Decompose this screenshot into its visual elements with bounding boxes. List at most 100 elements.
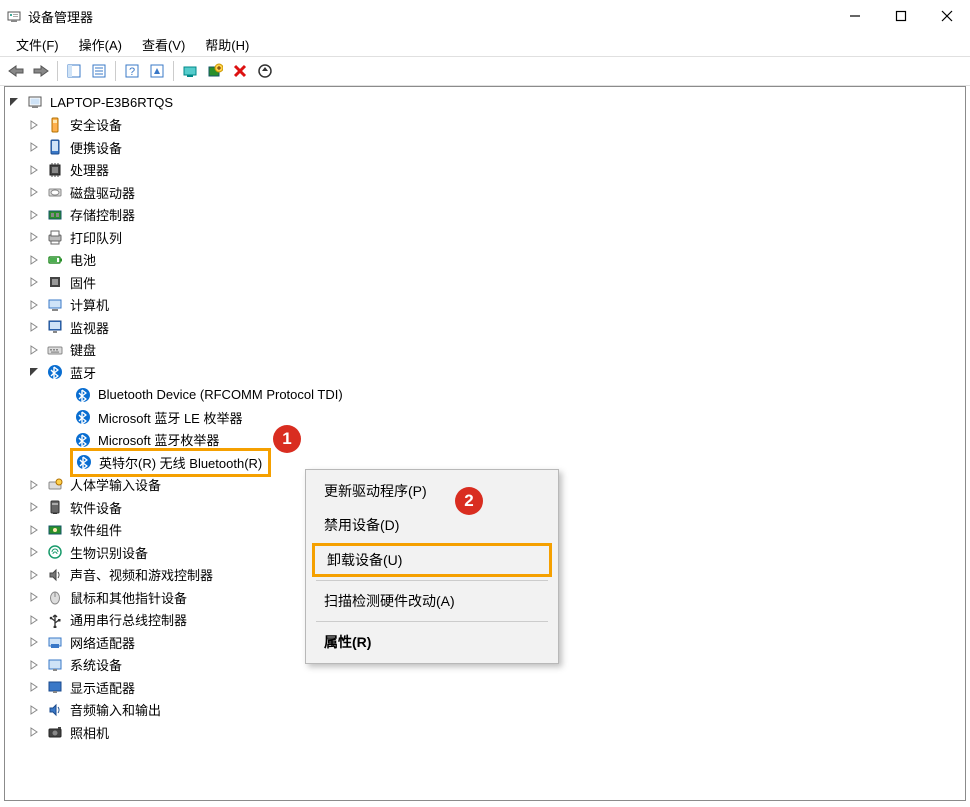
print-queue-icon [47,229,63,245]
expand-icon[interactable] [29,637,45,647]
maximize-button[interactable] [878,0,924,32]
system-device-icon [47,657,63,673]
ctx-properties[interactable]: 属性(R) [308,625,556,659]
expand-icon[interactable] [29,570,45,580]
uninstall-button[interactable] [228,59,252,83]
bluetooth-icon [75,387,91,403]
firmware-icon [47,274,63,290]
close-button[interactable] [924,0,970,32]
selection-highlight: 英特尔(R) 无线 Bluetooth(R) [70,448,271,477]
storage-ctrl-icon [47,207,63,223]
expand-icon[interactable] [29,165,45,175]
tree-category[interactable]: 固件 [5,271,965,294]
ctx-update-driver[interactable]: 更新驱动程序(P) [308,474,556,508]
tree-category[interactable]: 打印队列 [5,226,965,249]
camera-icon [47,724,63,740]
ctx-sep [316,580,548,581]
node-label: 系统设备 [67,654,125,675]
menu-file[interactable]: 文件(F) [6,33,69,56]
expand-icon[interactable] [29,727,45,737]
tree-device[interactable]: Bluetooth Device (RFCOMM Protocol TDI) [5,384,965,407]
hid-icon [47,477,63,493]
expand-icon[interactable] [29,682,45,692]
expand-icon[interactable] [29,300,45,310]
tree-category[interactable]: 存储控制器 [5,204,965,227]
expand-icon[interactable] [29,502,45,512]
ctx-scan-hardware[interactable]: 扫描检测硬件改动(A) [308,584,556,618]
tree-category[interactable]: 便携设备 [5,136,965,159]
expand-icon[interactable] [29,277,45,287]
expand-icon[interactable] [29,322,45,332]
node-label: Microsoft 蓝牙 LE 枚举器 [95,407,245,428]
help-button[interactable]: ? [120,59,144,83]
node-label: 软件组件 [67,519,125,540]
mouse-icon [47,589,63,605]
expand-icon[interactable] [29,615,45,625]
keyboard-icon [47,342,63,358]
scan-hardware-button[interactable] [178,59,202,83]
device-tree[interactable]: LAPTOP-E3B6RTQS 安全设备便携设备处理器磁盘驱动器存储控制器打印队列… [4,86,966,801]
node-label: 便携设备 [67,137,125,158]
expand-icon[interactable] [29,187,45,197]
tree-device[interactable]: Microsoft 蓝牙 LE 枚举器 [5,406,965,429]
node-label: 音频输入和输出 [67,699,164,720]
expand-icon[interactable] [29,705,45,715]
expand-icon[interactable] [29,525,45,535]
update-driver-button[interactable] [253,59,277,83]
display-adapter-icon [47,679,63,695]
expand-icon[interactable] [29,592,45,602]
node-label: 鼠标和其他指针设备 [67,587,190,608]
tree-category[interactable]: 照相机 [5,721,965,744]
node-label: 显示适配器 [67,677,138,698]
tree-category[interactable]: 处理器 [5,159,965,182]
ctx-uninstall-device[interactable]: 卸载设备(U) [312,543,552,577]
bluetooth-icon [76,454,92,470]
tree-category[interactable]: 蓝牙 [5,361,965,384]
minimize-button[interactable] [832,0,878,32]
toolbar-sep [115,61,116,81]
node-label: 磁盘驱动器 [67,182,138,203]
ctx-disable-device[interactable]: 禁用设备(D) [308,508,556,542]
back-button[interactable] [4,59,28,83]
expand-icon[interactable] [29,120,45,130]
audio-io-icon [47,702,63,718]
collapse-icon[interactable] [29,367,45,377]
menu-view[interactable]: 查看(V) [132,33,195,56]
expand-icon[interactable] [29,210,45,220]
tree-category[interactable]: 音频输入和输出 [5,699,965,722]
node-label: LAPTOP-E3B6RTQS [47,94,176,111]
tree-category[interactable]: 计算机 [5,294,965,317]
tree-category[interactable]: 电池 [5,249,965,272]
tree-category[interactable]: 键盘 [5,339,965,362]
collapse-icon[interactable] [9,97,25,107]
monitor-icon [47,319,63,335]
tree-category[interactable]: 显示适配器 [5,676,965,699]
add-legacy-hw-button[interactable] [203,59,227,83]
show-hidden-button[interactable] [145,59,169,83]
expand-icon[interactable] [29,480,45,490]
forward-button[interactable] [29,59,53,83]
tree-category[interactable]: 安全设备 [5,114,965,137]
tree-category[interactable]: 监视器 [5,316,965,339]
tree-root[interactable]: LAPTOP-E3B6RTQS [5,91,965,114]
callout-badge-2: 2 [455,487,483,515]
properties-button[interactable] [87,59,111,83]
show-panel-button[interactable] [62,59,86,83]
node-label: 照相机 [67,722,112,743]
portable-device-icon [47,139,63,155]
tree-category[interactable]: 磁盘驱动器 [5,181,965,204]
window-controls [832,0,970,32]
battery-icon [47,252,63,268]
usb-icon [47,612,63,628]
menu-action[interactable]: 操作(A) [69,33,132,56]
expand-icon[interactable] [29,255,45,265]
expand-icon[interactable] [29,142,45,152]
menu-help[interactable]: 帮助(H) [195,33,259,56]
computer-icon [47,297,63,313]
expand-icon[interactable] [29,660,45,670]
expand-icon[interactable] [29,345,45,355]
expand-icon[interactable] [29,232,45,242]
app-icon [6,8,22,24]
svg-text:?: ? [129,66,135,78]
expand-icon[interactable] [29,547,45,557]
